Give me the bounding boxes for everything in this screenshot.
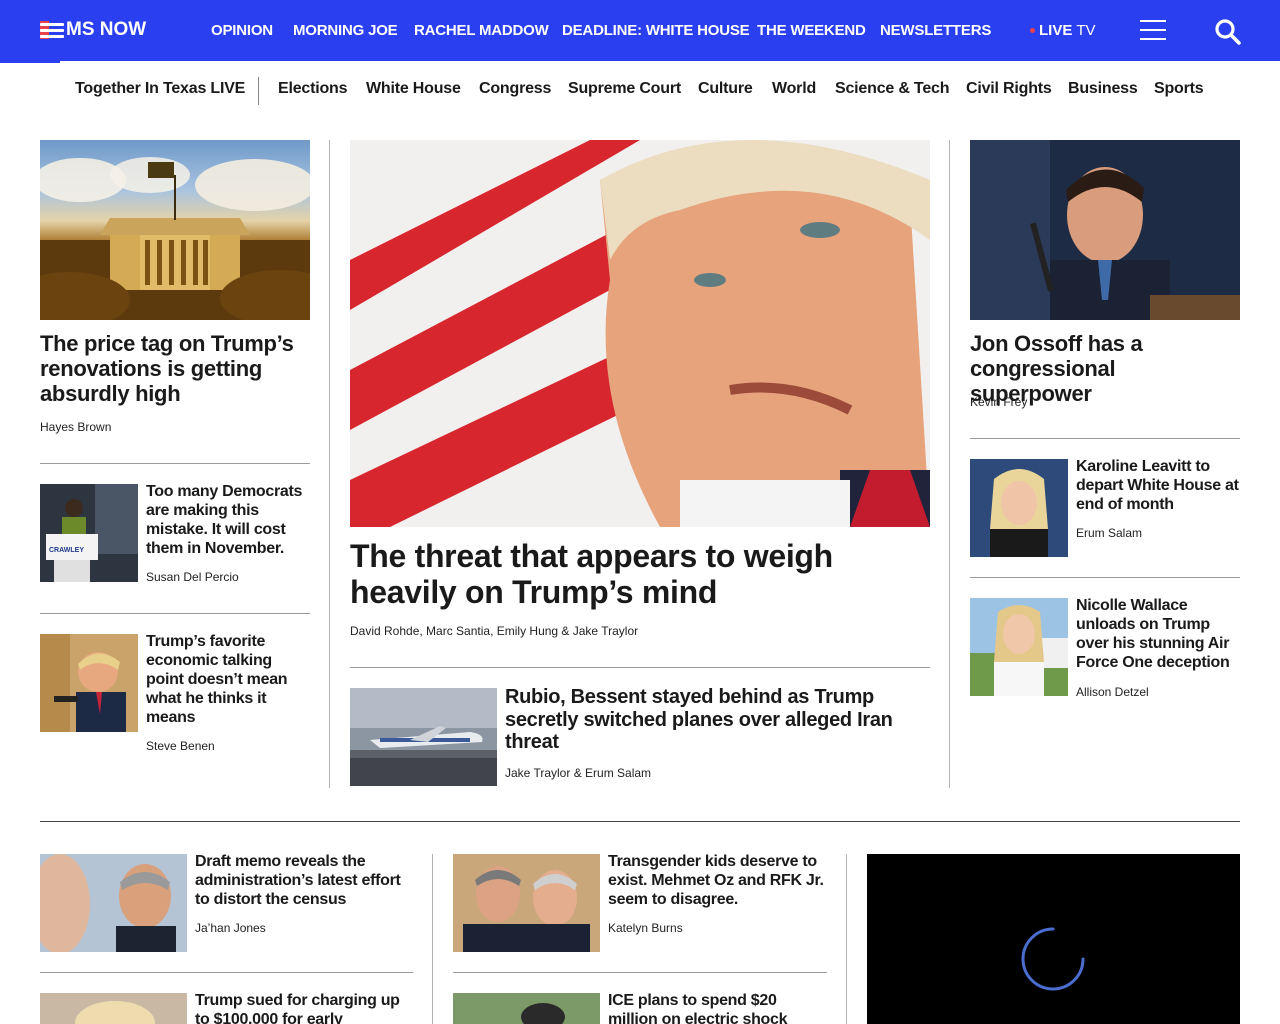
center-story1-headline[interactable]: Rubio, Bessent stayed behind as Trump se…	[505, 686, 930, 754]
right-lead-byline[interactable]: Kevin Frey	[970, 395, 1027, 409]
column-divider	[432, 854, 433, 1024]
divider	[40, 972, 413, 973]
divider	[970, 577, 1240, 578]
hamburger-icon[interactable]	[1140, 19, 1166, 41]
subnav-item-supreme-court[interactable]: Supreme Court	[568, 80, 681, 98]
bottom-col2-story1-byline[interactable]: Katelyn Burns	[608, 921, 683, 935]
bottom-col2-story1-headline[interactable]: Transgender kids deserve to exist. Mehme…	[608, 852, 826, 909]
tv-label: TV	[1076, 22, 1096, 39]
live-tv-link[interactable]: LIVE TV	[1030, 22, 1096, 39]
logo-mark-icon	[40, 21, 64, 39]
column-divider	[329, 140, 330, 788]
democrat-speaker-image[interactable]: CRAWLEY	[40, 484, 138, 582]
census-memo-image[interactable]	[40, 854, 187, 952]
nav-item-newsletters[interactable]: NEWSLETTERS	[880, 22, 991, 39]
section-divider	[40, 821, 1240, 822]
left-story2-byline[interactable]: Steve Benen	[146, 739, 215, 753]
column-divider	[949, 140, 950, 788]
subnav-divider	[258, 77, 259, 105]
subnav-item-sports[interactable]: Sports	[1154, 80, 1204, 98]
logo-text: MS NOW	[66, 19, 147, 40]
subnav-item-white-house[interactable]: White House	[366, 80, 461, 98]
bottom-col2-story2-headline[interactable]: ICE plans to spend $20 million on electr…	[608, 991, 826, 1024]
subnav-item-business[interactable]: Business	[1068, 80, 1138, 98]
bottom-col1-story1-headline[interactable]: Draft memo reveals the administration’s …	[195, 852, 413, 909]
divider	[453, 972, 827, 973]
left-lead-headline[interactable]: The price tag on Trump’s renovations is …	[40, 331, 310, 406]
bottom-col1-story2-headline[interactable]: Trump sued for charging up to $100,000 f…	[195, 991, 413, 1024]
left-lead-byline[interactable]: Hayes Brown	[40, 420, 111, 434]
bottom-col1-story1-byline[interactable]: Ja’han Jones	[195, 921, 266, 935]
loading-spinner-icon	[1021, 927, 1085, 991]
site-logo[interactable]: MS NOW	[40, 19, 146, 41]
center-lead-byline[interactable]: David Rohde, Marc Santia, Emily Hung & J…	[350, 624, 638, 638]
nav-item-opinion[interactable]: OPINION	[211, 22, 273, 39]
left-story1-headline[interactable]: Too many Democrats are making this mista…	[146, 482, 314, 558]
subnav-item-civil-rights[interactable]: Civil Rights	[966, 80, 1052, 98]
right-story1-byline[interactable]: Erum Salam	[1076, 526, 1142, 540]
center-story1-byline[interactable]: Jake Traylor & Erum Salam	[505, 766, 651, 780]
right-story2-byline[interactable]: Allison Detzel	[1076, 685, 1149, 699]
nav-item-the-weekend[interactable]: THE WEEKEND	[757, 22, 866, 39]
air-force-one-image[interactable]	[350, 688, 497, 786]
active-indicator	[0, 61, 60, 63]
subnav-item-world[interactable]: World	[772, 80, 816, 98]
nav-item-morning-joe[interactable]: MORNING JOE	[293, 22, 398, 39]
oz-rfk-image[interactable]	[453, 854, 600, 952]
trump-podium-image[interactable]	[40, 634, 138, 732]
subnav-item-together-in-texas-live[interactable]: Together In Texas LIVE	[75, 80, 245, 98]
subnav-item-science-tech[interactable]: Science & Tech	[835, 80, 949, 98]
search-icon[interactable]	[1214, 18, 1242, 46]
top-navigation-bar: MS NOW OPINION MORNING JOE RACHEL MADDOW…	[0, 0, 1280, 61]
subnav-item-elections[interactable]: Elections	[278, 80, 348, 98]
subnav-item-culture[interactable]: Culture	[698, 80, 753, 98]
karoline-leavitt-image[interactable]	[970, 459, 1068, 557]
trump-lead-image[interactable]	[350, 140, 930, 527]
right-story1-headline[interactable]: Karoline Leavitt to depart White House a…	[1076, 457, 1240, 514]
center-lead-headline[interactable]: The threat that appears to weigh heavily…	[350, 538, 930, 610]
divider	[970, 438, 1240, 439]
nav-item-rachel-maddow[interactable]: RACHEL MADDOW	[414, 22, 549, 39]
live-dot-icon	[1030, 28, 1035, 33]
left-story2-headline[interactable]: Trump’s favorite economic talking point …	[146, 632, 310, 727]
column-divider	[846, 854, 847, 1024]
trump-sued-image[interactable]	[40, 993, 187, 1024]
ice-image[interactable]	[453, 993, 600, 1024]
nicolle-wallace-image[interactable]	[970, 598, 1068, 696]
subnav-item-congress[interactable]: Congress	[479, 80, 551, 98]
white-house-image[interactable]	[40, 140, 310, 320]
video-player[interactable]	[867, 854, 1240, 1024]
divider	[40, 613, 310, 614]
svg-text:CRAWLEY: CRAWLEY	[49, 547, 84, 554]
divider	[40, 463, 310, 464]
jon-ossoff-image[interactable]	[970, 140, 1240, 320]
right-story2-headline[interactable]: Nicolle Wallace unloads on Trump over hi…	[1076, 596, 1240, 672]
nav-item-deadline-white-house[interactable]: DEADLINE: WHITE HOUSE	[562, 22, 750, 39]
live-label: LIVE	[1039, 22, 1073, 39]
left-story1-byline[interactable]: Susan Del Percio	[146, 570, 239, 584]
divider	[350, 667, 930, 668]
